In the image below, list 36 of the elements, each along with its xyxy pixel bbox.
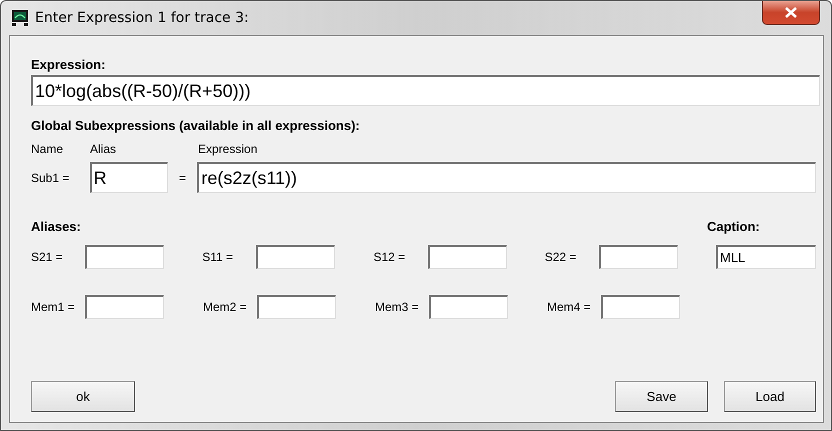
alias-label: S21 =: [31, 250, 64, 264]
alias-field[interactable]: [85, 295, 164, 319]
alias-label: S22 =: [544, 250, 578, 264]
alias-field[interactable]: [256, 245, 336, 269]
alias-field[interactable]: [598, 245, 678, 269]
window-title: Enter Expression 1 for trace 3:: [35, 10, 249, 26]
expression-field[interactable]: 10*log(abs((R-50)/(R+50))): [31, 75, 820, 106]
alias-field[interactable]: [601, 295, 680, 319]
alias-label: Mem4 =: [547, 300, 592, 314]
alias-field[interactable]: [257, 295, 336, 319]
column-header: Expression: [198, 142, 258, 158]
subexpression-field[interactable]: re(s2z(s11)): [197, 162, 816, 193]
close-button[interactable]: [762, 1, 820, 25]
caption-label: Caption:: [707, 219, 761, 236]
alias-field[interactable]: [429, 295, 508, 319]
alias-label: Mem1 =: [31, 300, 76, 314]
section-label: Global Subexpressions (available in all expressions):: [31, 118, 361, 135]
alias-label: S11 =: [202, 250, 234, 264]
monitor-icon: [11, 9, 29, 27]
alias-label: S12 =: [374, 250, 406, 264]
equals-sign: =: [178, 170, 187, 184]
alias-field[interactable]: [428, 245, 506, 269]
alias-field[interactable]: [85, 245, 164, 269]
row-label: Sub1 =: [31, 170, 70, 184]
caption-field[interactable]: MLL: [716, 245, 816, 269]
alias-label: Mem3 =: [375, 300, 420, 314]
column-header: Name: [31, 142, 64, 158]
column-header: Alias: [90, 142, 118, 158]
close-icon: [784, 7, 798, 18]
alias-label: Mem2 =: [203, 300, 248, 314]
dialog-button[interactable]: Save: [615, 381, 708, 412]
expression-label: Expression:: [31, 57, 106, 74]
aliases-label: Aliases:: [31, 219, 81, 236]
dialog-button[interactable]: Load: [724, 381, 816, 412]
alias-field[interactable]: R: [90, 162, 168, 193]
ok-button[interactable]: ok: [31, 381, 135, 412]
